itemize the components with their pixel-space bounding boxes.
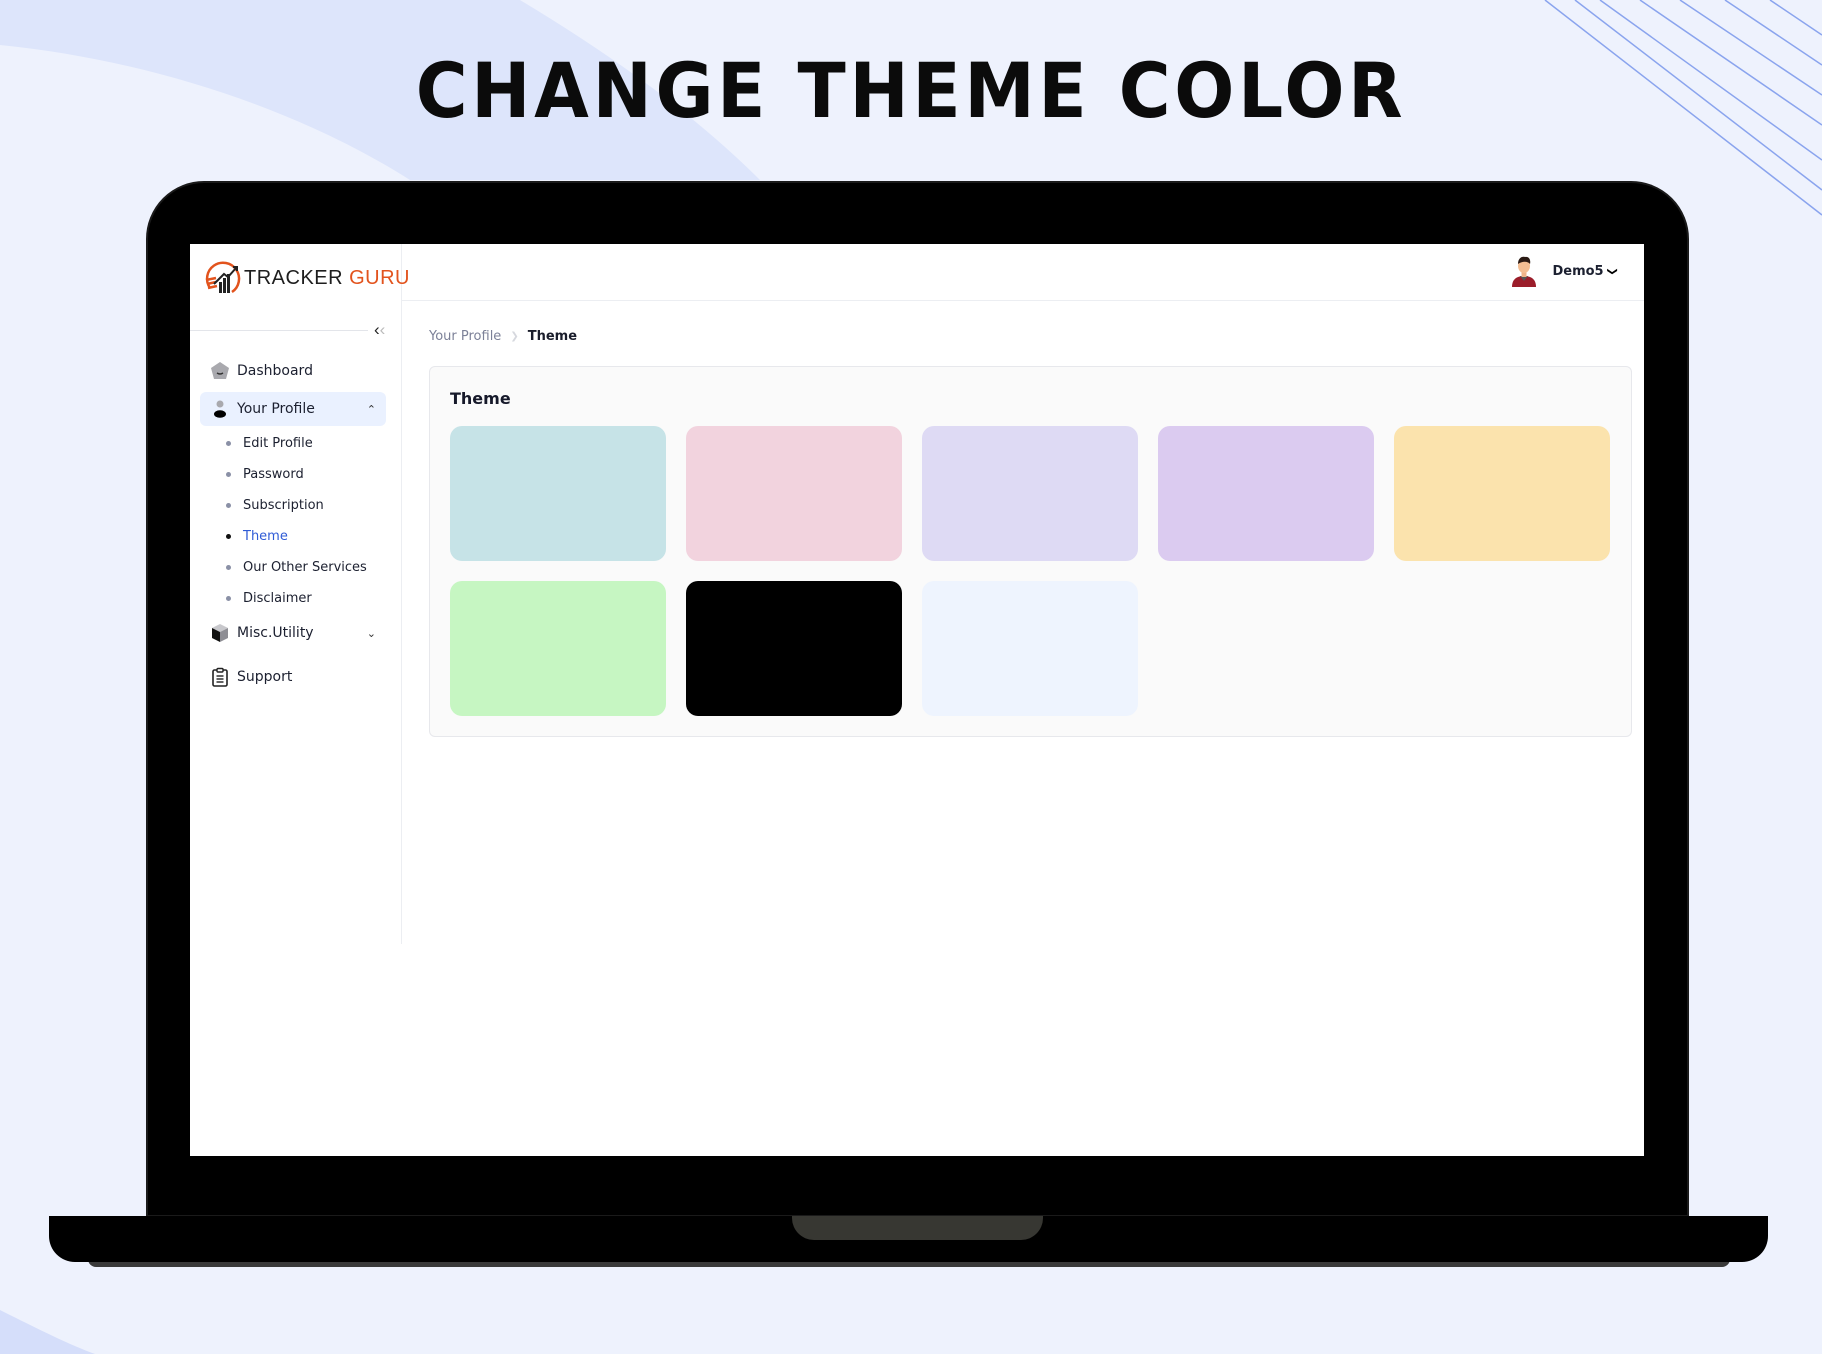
- sidebar-subitem-label: Subscription: [243, 498, 324, 513]
- sidebar-subitem-edit-profile[interactable]: Edit Profile: [200, 428, 386, 459]
- dashboard-icon: [210, 361, 230, 381]
- sidebar-subitem-label: Password: [243, 467, 304, 482]
- theme-card: Theme: [429, 366, 1632, 737]
- sidebar-item-label: Support: [237, 669, 293, 685]
- sidebar-item-your-profile[interactable]: Your Profile ⌃: [200, 392, 386, 426]
- theme-swatch-yellow[interactable]: [1394, 426, 1610, 561]
- breadcrumb-current: Theme: [527, 329, 578, 344]
- avatar: [1512, 256, 1537, 287]
- your-profile-submenu: Edit Profile Password Subscription Theme…: [200, 428, 386, 614]
- top-bar: Demo5 ❯: [402, 244, 1644, 301]
- user-icon: [210, 399, 230, 419]
- chevron-down-icon: ⌄: [366, 626, 376, 640]
- double-chevron-left-icon: ‹‹: [374, 320, 386, 339]
- chevron-up-icon: ⌃: [366, 402, 376, 416]
- logo[interactable]: TRACKER GURU: [202, 258, 410, 298]
- breadcrumb-your-profile[interactable]: Your Profile: [429, 329, 501, 344]
- theme-swatch-black[interactable]: [686, 581, 902, 716]
- logo-text-guru: GURU: [349, 266, 410, 289]
- sidebar-subitem-disclaimer[interactable]: Disclaimer: [200, 583, 386, 614]
- page-headline: CHANGE THEME COLOR: [415, 46, 1407, 135]
- sidebar-subitem-label: Disclaimer: [243, 591, 312, 606]
- theme-swatch-grid: [450, 426, 1610, 716]
- bullet-icon: [226, 565, 231, 570]
- sidebar-item-label: Your Profile: [237, 401, 315, 417]
- theme-swatch-pink[interactable]: [686, 426, 902, 561]
- bullet-icon: [226, 503, 231, 508]
- logo-text-tracker: TRACKER: [244, 266, 344, 289]
- logo-text: TRACKER GURU: [244, 267, 410, 290]
- sidebar-nav: Dashboard Your Profile ⌃ Edit Profile Pa…: [200, 354, 386, 694]
- clipboard-icon: [210, 667, 230, 687]
- theme-swatch-lavender[interactable]: [922, 426, 1138, 561]
- sidebar-item-misc-utility[interactable]: Misc.Utility ⌄: [200, 616, 386, 650]
- sidebar-item-label: Dashboard: [237, 363, 313, 379]
- theme-swatch-green[interactable]: [450, 581, 666, 716]
- sidebar-item-label: Misc.Utility: [237, 625, 314, 641]
- theme-swatch-light-blue[interactable]: [922, 581, 1138, 716]
- cube-icon: [210, 623, 230, 643]
- bullet-icon: [226, 596, 231, 601]
- theme-swatch-teal[interactable]: [450, 426, 666, 561]
- bullet-icon: [226, 534, 231, 539]
- sidebar-item-support[interactable]: Support: [200, 660, 386, 694]
- chevron-down-icon: ❯: [1606, 266, 1618, 276]
- theme-swatch-purple[interactable]: [1158, 426, 1374, 561]
- laptop-notch: [792, 1216, 1043, 1240]
- sidebar-item-dashboard[interactable]: Dashboard: [200, 354, 386, 388]
- app-screen: TRACKER GURU ‹‹ Dashboard Your Profile ⌃ …: [190, 244, 1644, 1156]
- sidebar-subitem-password[interactable]: Password: [200, 459, 386, 490]
- sidebar-subitem-label: Edit Profile: [243, 436, 313, 451]
- sidebar-subitem-label: Our Other Services: [243, 560, 367, 575]
- theme-card-title: Theme: [450, 389, 511, 408]
- sidebar-subitem-our-other-services[interactable]: Our Other Services: [200, 552, 386, 583]
- bullet-icon: [226, 472, 231, 477]
- breadcrumb-separator-icon: ❯: [510, 331, 519, 342]
- collapse-sidebar-button[interactable]: ‹‹: [374, 320, 385, 340]
- sidebar-divider: [190, 330, 368, 331]
- logo-icon: [205, 261, 241, 294]
- user-menu[interactable]: Demo5 ❯: [1510, 255, 1618, 287]
- username: Demo5: [1552, 263, 1604, 279]
- bullet-icon: [226, 441, 231, 446]
- sidebar: TRACKER GURU ‹‹ Dashboard Your Profile ⌃ …: [190, 244, 409, 944]
- breadcrumb: Your Profile ❯ Theme: [429, 329, 577, 344]
- sidebar-subitem-label: Theme: [243, 529, 288, 544]
- sidebar-subitem-subscription[interactable]: Subscription: [200, 490, 386, 521]
- sidebar-subitem-theme[interactable]: Theme: [200, 521, 386, 552]
